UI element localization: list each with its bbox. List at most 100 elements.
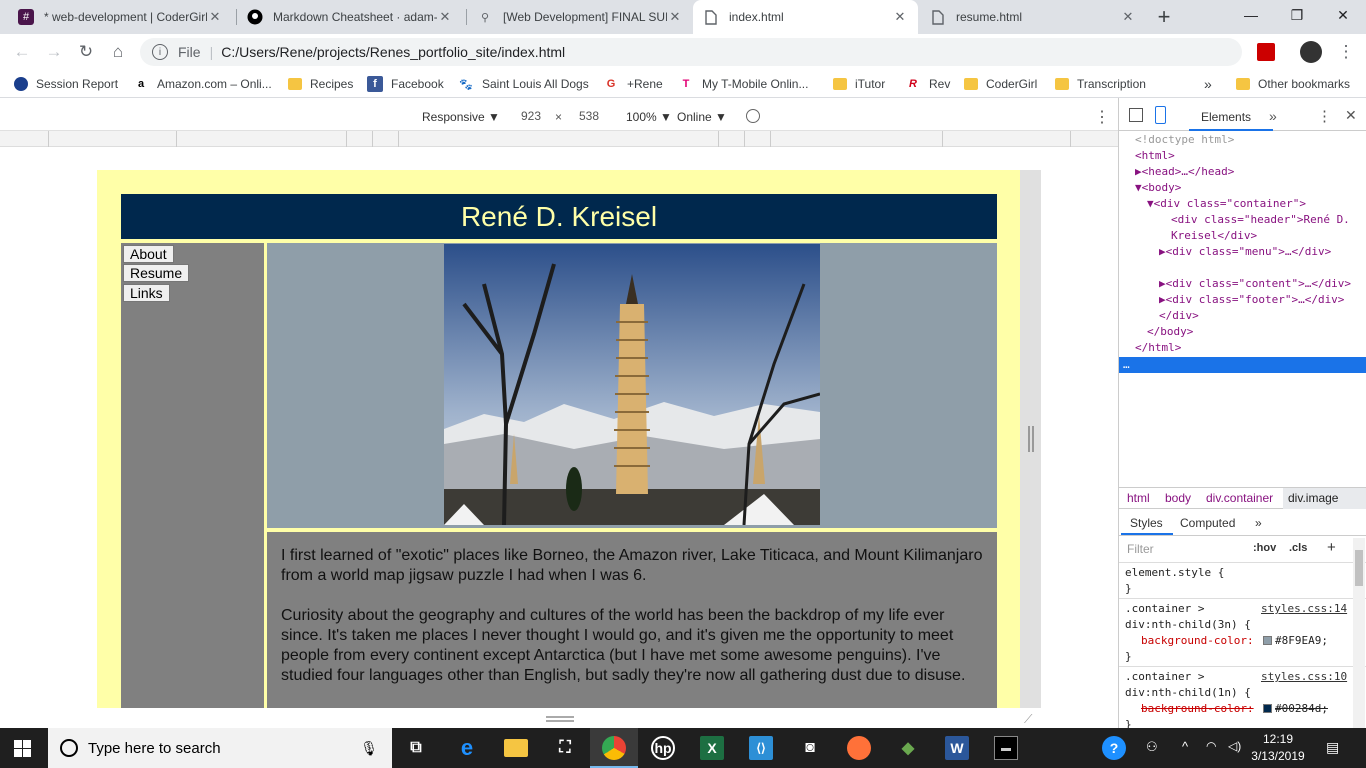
add-rule-button[interactable]: +	[1327, 539, 1336, 556]
notifications-icon[interactable]: ▤	[1326, 739, 1339, 756]
more-panels-button[interactable]: »	[1269, 108, 1277, 124]
dom-node[interactable]: <div class="header">René D.	[1171, 212, 1350, 228]
dom-node[interactable]: ▼<body>	[1135, 180, 1181, 196]
help-icon[interactable]: ?	[1102, 736, 1126, 760]
color-swatch[interactable]	[1263, 636, 1272, 645]
tab-styles[interactable]: Styles	[1130, 516, 1163, 530]
breadcrumb-item[interactable]: html	[1127, 491, 1150, 505]
bookmarks-overflow-button[interactable]: »	[1204, 75, 1212, 93]
dom-node[interactable]: <html>	[1135, 148, 1175, 164]
close-icon[interactable]: ✕	[1120, 9, 1136, 25]
menu-links-button[interactable]: Links	[123, 284, 170, 302]
style-source-link[interactable]: styles.css:14	[1261, 601, 1347, 617]
info-icon[interactable]: i	[152, 44, 168, 60]
people-icon[interactable]: ⚇	[1146, 739, 1158, 755]
width-input[interactable]: 923	[512, 106, 550, 126]
bookmark-tmobile[interactable]: T My T-Mobile Onlin...	[678, 75, 809, 93]
bookmark-rev[interactable]: R Rev	[905, 75, 950, 93]
styles-filter-input[interactable]: Filter	[1121, 539, 1241, 559]
avatar[interactable]	[1300, 41, 1322, 63]
tray-expand-icon[interactable]: ^	[1182, 739, 1188, 754]
styles-scrollbar[interactable]	[1353, 538, 1365, 728]
wifi-icon[interactable]: ◠	[1206, 739, 1216, 753]
inspect-element-icon[interactable]	[1129, 108, 1143, 122]
vscode-icon[interactable]: ⟨⟩	[749, 736, 773, 760]
corner-resize-handle[interactable]: ⟋	[1024, 712, 1032, 727]
word-icon[interactable]: W	[945, 736, 969, 760]
terminal-icon[interactable]: ▬	[994, 736, 1018, 760]
bookmark-session-report[interactable]: Session Report	[14, 75, 118, 93]
style-source-link[interactable]: styles.css:10	[1261, 669, 1347, 685]
device-mode-select[interactable]: Responsive ▼	[422, 110, 500, 124]
bookmark-amazon[interactable]: a Amazon.com – Onli...	[133, 75, 272, 93]
rotate-icon[interactable]	[746, 109, 760, 123]
store-icon[interactable]: ⛶	[553, 736, 577, 760]
class-toggle[interactable]: .cls	[1289, 542, 1307, 554]
dom-node[interactable]: </div>	[1159, 308, 1199, 324]
style-rule-selector[interactable]: div:nth-child(3n) {	[1125, 617, 1251, 633]
style-rule-selector[interactable]: element.style {	[1125, 565, 1224, 581]
close-icon[interactable]: ✕	[892, 9, 908, 25]
dom-node[interactable]: ▶<div class="menu">…</div>	[1159, 244, 1331, 260]
tab-computed[interactable]: Computed	[1180, 516, 1235, 530]
dom-node[interactable]: <!doctype html>	[1135, 132, 1234, 148]
style-property-overridden[interactable]: background-color:	[1141, 701, 1254, 717]
dom-node[interactable]: </html>	[1135, 340, 1181, 356]
zoom-select[interactable]: 100% ▼	[626, 110, 672, 124]
acrobat-extension-icon[interactable]	[1257, 43, 1275, 61]
dom-node[interactable]: ▶<div class="content">…</div>	[1159, 276, 1351, 292]
clock-date[interactable]: 3/13/2019	[1250, 749, 1306, 763]
bookmark-transcription[interactable]: Transcription	[1055, 75, 1146, 93]
bookmark-itutor[interactable]: iTutor	[833, 75, 885, 93]
style-rule-selector[interactable]: .container >	[1125, 601, 1204, 617]
excel-icon[interactable]: X	[700, 736, 724, 760]
tab-resume[interactable]: resume.html ✕	[920, 0, 1146, 34]
bookmark-google-plus[interactable]: G +Rene	[603, 75, 663, 93]
firefox-icon[interactable]	[847, 736, 871, 760]
back-button[interactable]: ←	[10, 40, 34, 64]
menu-resume-button[interactable]: Resume	[123, 264, 190, 282]
menu-about-button[interactable]: About	[123, 245, 174, 263]
device-menu-kebab-icon[interactable]: ⋮	[1094, 107, 1110, 127]
dom-node-selected[interactable]: ▶<div class="image">…</div> ==	[1159, 260, 1358, 276]
clock-time[interactable]: 12:19	[1250, 732, 1306, 746]
style-rule-selector[interactable]: div:nth-child(1n) {	[1125, 685, 1251, 701]
bookmark-recipes[interactable]: Recipes	[288, 75, 353, 93]
microphone-icon[interactable]: 🎙	[360, 740, 378, 757]
tab-markdown[interactable]: Markdown Cheatsheet · adam-p ✕	[237, 0, 463, 34]
style-value[interactable]: #8F9EA9;	[1275, 633, 1328, 649]
tab-index[interactable]: index.html ✕	[693, 0, 918, 34]
style-value-overridden[interactable]: #00284d;	[1275, 701, 1328, 717]
edge-icon[interactable]: e	[455, 735, 479, 760]
close-devtools-icon[interactable]: ✕	[1345, 107, 1357, 124]
volume-icon[interactable]: ◁)	[1228, 739, 1241, 753]
bookmark-codergirl[interactable]: CoderGirl	[964, 75, 1037, 93]
dom-node[interactable]: Kreisel</div>	[1171, 228, 1257, 244]
device-toggle-icon[interactable]	[1155, 106, 1166, 124]
close-icon[interactable]: ✕	[667, 9, 683, 25]
bookmark-facebook[interactable]: f Facebook	[367, 75, 444, 93]
home-button[interactable]: ⌂	[106, 40, 130, 64]
height-input[interactable]: 538	[570, 106, 608, 126]
dom-node[interactable]: ▼<div class="container">	[1147, 196, 1306, 212]
camera-icon[interactable]: ◙	[798, 736, 822, 760]
devtools-menu-kebab-icon[interactable]: ⋮	[1317, 107, 1332, 125]
restore-button[interactable]: ❐	[1274, 0, 1320, 30]
new-tab-button[interactable]: +	[1150, 4, 1178, 30]
dom-node[interactable]: ▶<div class="footer">…</div>	[1159, 292, 1344, 308]
tab-elements[interactable]: Elements	[1201, 110, 1251, 124]
tab-more[interactable]: »	[1255, 516, 1262, 530]
address-bar[interactable]: i File | C:/Users/Rene/projects/Renes_po…	[140, 38, 1242, 66]
file-explorer-icon[interactable]	[504, 739, 528, 757]
hover-state-toggle[interactable]: :hov	[1253, 542, 1276, 554]
color-swatch[interactable]	[1263, 704, 1272, 713]
other-bookmarks[interactable]: Other bookmarks	[1236, 75, 1350, 93]
breadcrumb-item-active[interactable]: div.image	[1288, 491, 1338, 505]
dom-node[interactable]: ▶<head>…</head>	[1135, 164, 1234, 180]
hp-icon[interactable]: hp	[651, 736, 675, 760]
chrome-icon[interactable]	[602, 736, 626, 760]
close-window-button[interactable]: ✕	[1320, 0, 1366, 30]
minimize-button[interactable]: —	[1228, 0, 1274, 30]
task-view-icon[interactable]: ⧉	[404, 736, 428, 760]
windows-start-icon[interactable]	[14, 740, 31, 760]
